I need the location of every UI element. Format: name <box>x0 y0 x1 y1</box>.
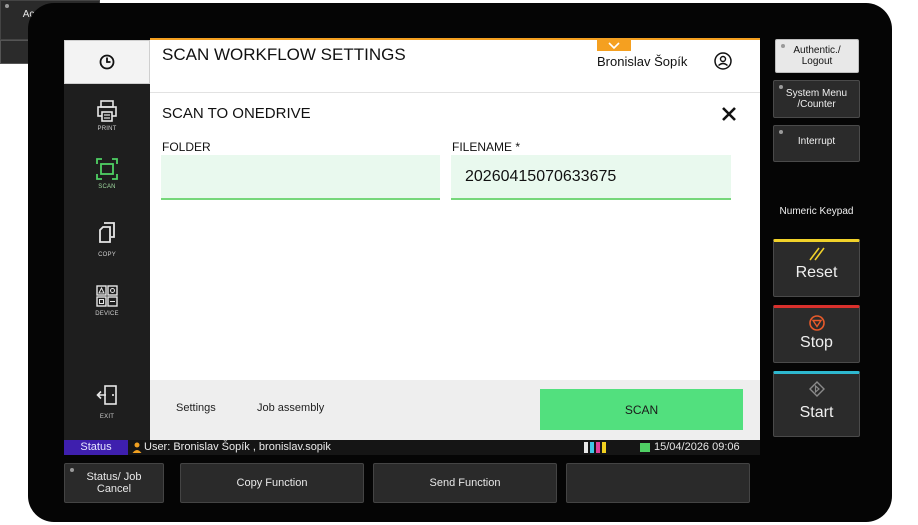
job-assembly-button[interactable]: Job assembly <box>257 402 324 414</box>
stop-icon <box>808 315 825 331</box>
nav-label-scan: SCAN <box>98 184 116 190</box>
send-function-button[interactable]: Send Function <box>373 463 557 503</box>
copy-function-label: Copy Function <box>236 477 308 489</box>
status-job-cancel-button[interactable]: Status/ Job Cancel <box>64 463 164 503</box>
stop-label: Stop <box>800 334 833 351</box>
system-menu-label: System Menu /Counter <box>785 88 848 110</box>
filename-field[interactable]: 20260415070633675 <box>451 155 731 200</box>
send-function-label: Send Function <box>429 477 501 489</box>
start-label: Start <box>799 404 834 421</box>
page-title: SCAN WORKFLOW SETTINGS <box>162 45 406 64</box>
device-frame: PRINT SCAN COPY DEVICE EXIT SCAN WORKFLO… <box>0 0 918 525</box>
nav-label-copy: COPY <box>98 252 116 258</box>
filename-label: FILENAME * <box>452 140 521 154</box>
status-bar: Status User: Bronislav Šopík , bronislav… <box>64 440 760 455</box>
nav-label-exit: EXIT <box>99 414 115 420</box>
auth-label: Authentic./ Logout <box>793 45 841 67</box>
blank-function-button[interactable] <box>566 463 750 503</box>
user-account-icon[interactable] <box>714 52 732 70</box>
notification-tab-icon[interactable] <box>597 40 631 54</box>
nav-label-device: DEVICE <box>95 311 119 317</box>
indicator-led <box>781 44 785 48</box>
stop-button[interactable]: Stop <box>773 305 860 363</box>
nav-item-copy[interactable]: COPY <box>64 222 150 258</box>
indicator-led <box>70 468 74 472</box>
scan-icon <box>96 158 118 180</box>
nav-item-device[interactable]: DEVICE <box>64 285 150 317</box>
panel-title: SCAN TO ONEDRIVE <box>162 105 311 122</box>
start-icon <box>808 381 825 397</box>
printer-icon <box>97 100 117 122</box>
interrupt-label: Interrupt <box>797 136 836 147</box>
nav-item-scan[interactable]: SCAN <box>64 158 150 190</box>
indicator-led <box>779 85 783 89</box>
header-divider <box>150 92 760 93</box>
numeric-keypad-label: Numeric Keypad <box>779 206 854 217</box>
status-job-cancel-label: Status/ Job Cancel <box>86 471 142 495</box>
indicator-led <box>779 130 783 134</box>
copy-function-button[interactable]: Copy Function <box>180 463 364 503</box>
nav-item-exit[interactable]: EXIT <box>64 384 150 420</box>
start-button[interactable]: Start <box>773 371 860 437</box>
reset-icon <box>808 247 825 261</box>
status-user-text: User: Bronislav Šopík , bronislav.sopik <box>144 441 331 453</box>
connection-status-icon <box>640 443 650 452</box>
status-datetime: 15/04/2026 09:06 <box>654 441 740 453</box>
exit-icon <box>96 385 117 405</box>
copy-icon <box>99 222 115 243</box>
user-icon <box>132 442 142 453</box>
settings-button[interactable]: Settings <box>176 402 216 414</box>
authentication-logout-button[interactable]: Authentic./ Logout <box>775 39 859 73</box>
reset-button[interactable]: Reset <box>773 239 860 297</box>
close-button[interactable] <box>718 104 740 126</box>
indicator-led <box>5 4 9 8</box>
home-icon <box>99 54 115 70</box>
nav-label-print: PRINT <box>97 126 117 132</box>
scan-button[interactable]: SCAN <box>540 389 743 430</box>
system-menu-counter-button[interactable]: System Menu /Counter <box>773 80 860 118</box>
logged-in-user: Bronislav Šopík <box>597 54 688 69</box>
toner-level-icon <box>584 442 610 453</box>
device-icon <box>96 285 118 307</box>
header-accent-line <box>150 38 760 40</box>
folder-label: FOLDER <box>162 140 211 154</box>
reset-label: Reset <box>795 264 838 281</box>
home-button[interactable] <box>64 40 150 84</box>
folder-field[interactable] <box>161 155 440 200</box>
interrupt-button[interactable]: Interrupt <box>773 125 860 162</box>
close-icon <box>722 107 736 121</box>
status-tag[interactable]: Status <box>64 440 128 455</box>
nav-item-print[interactable]: PRINT <box>64 100 150 132</box>
